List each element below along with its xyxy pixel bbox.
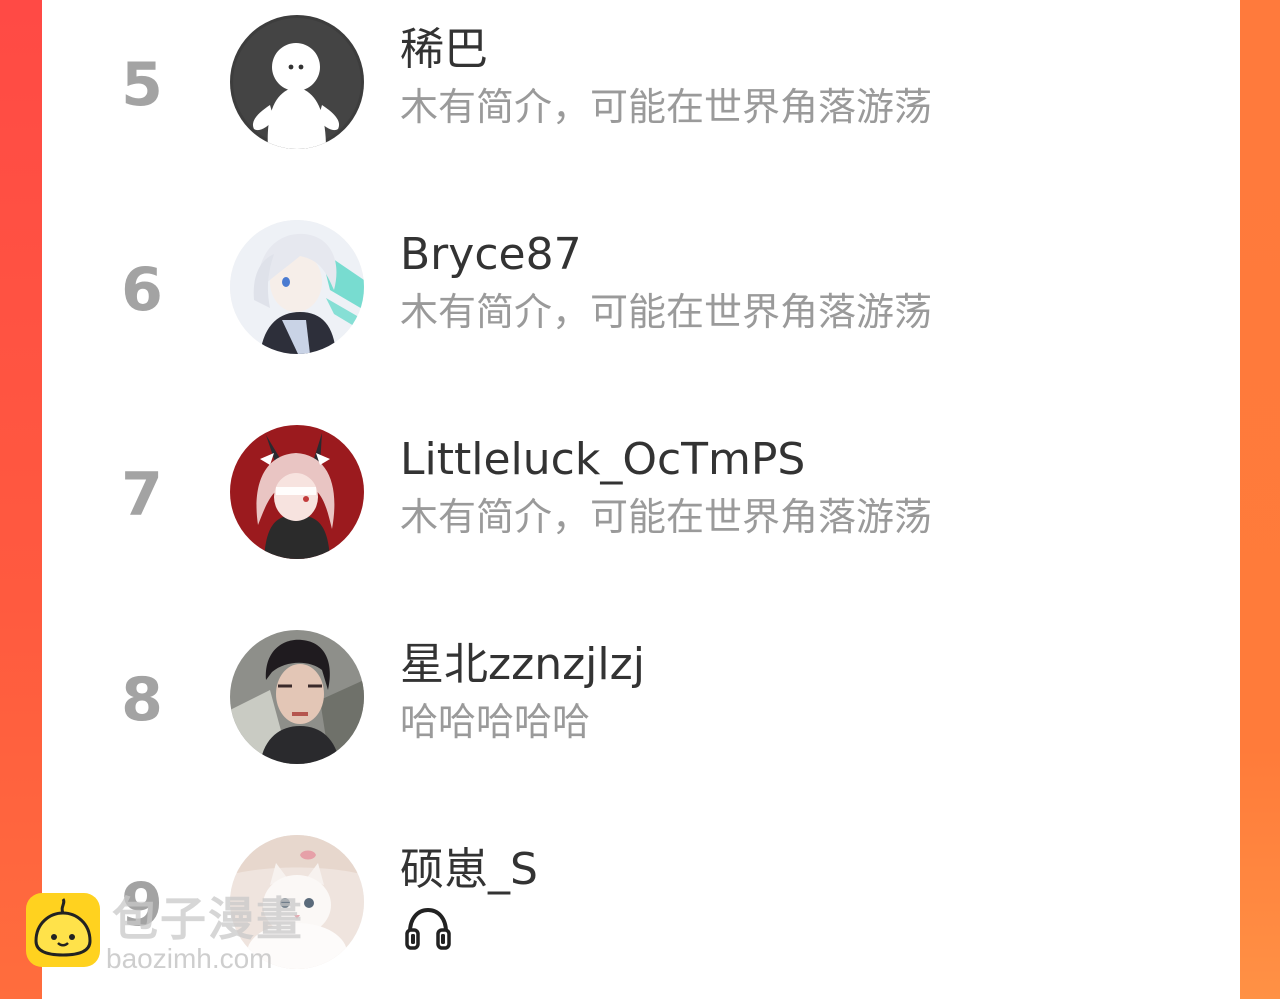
username[interactable]: Littleluck_OcTmPS [400,434,805,486]
ranking-list: 5 稀巴 木有简介，可能在世界角落游荡 6 Bryce87 木有简介，可能在世界… [42,0,1240,999]
username[interactable]: 硕崽_S [400,844,538,896]
rank-number: 8 [121,665,163,735]
user-bio: 木有简介，可能在世界角落游荡 [400,495,933,539]
username[interactable]: 星北zznzjlzj [400,639,645,691]
anime-bunny-ears-avatar[interactable] [230,425,364,559]
ranking-row[interactable]: 6 Bryce87 木有简介，可能在世界角落游荡 [42,215,1240,365]
user-bio: 木有简介，可能在世界角落游荡 [400,290,933,334]
user-bio: 哈哈哈哈哈 [400,700,591,744]
watermark-url: baozimh.com [106,943,273,974]
anime-white-hair-avatar[interactable] [230,220,364,354]
ranking-row[interactable]: 5 稀巴 木有简介，可能在世界角落游荡 [42,10,1240,160]
user-bio: 木有简介，可能在世界角落游荡 [400,85,933,129]
bun-logo-icon [26,893,100,967]
watermark-title: 包子漫畫 [112,892,304,946]
rank-number: 5 [121,50,163,120]
site-watermark: 包子漫畫 baozimh.com [26,892,346,974]
username[interactable]: 稀巴 [400,24,488,76]
left-accent-bar [0,0,42,999]
rank-number: 7 [121,460,163,530]
ranking-row[interactable]: 7 Littleluck_OcTmPS 木有简介，可能在世界角落游荡 [42,420,1240,570]
default-avatar[interactable] [230,15,364,149]
ranking-row[interactable]: 8 星北zznzjlzj 哈哈哈哈哈 [42,625,1240,775]
photo-person-avatar[interactable] [230,630,364,764]
right-accent-bar [1240,0,1280,999]
username[interactable]: Bryce87 [400,229,582,281]
rank-number: 6 [121,255,163,325]
headphones-icon [405,907,451,950]
